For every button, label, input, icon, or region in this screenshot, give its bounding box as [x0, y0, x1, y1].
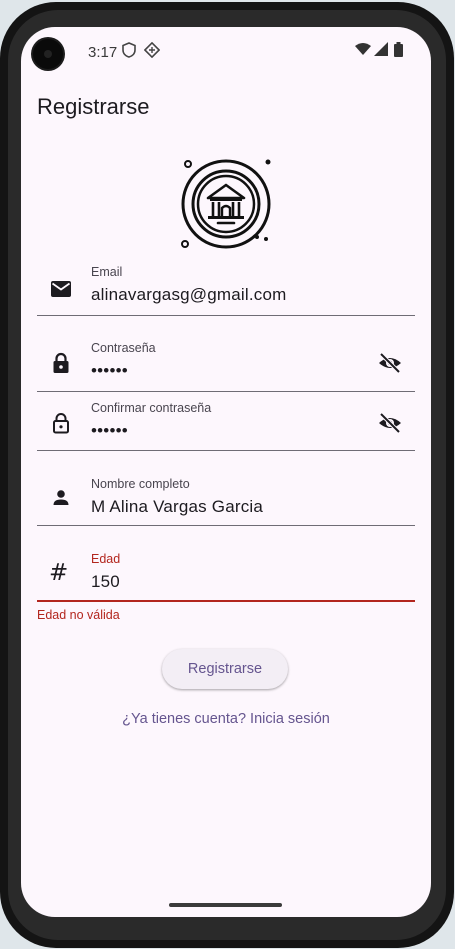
- password-label: Contraseña: [91, 341, 156, 355]
- email-underline: [37, 315, 415, 316]
- status-bar: 3:17: [21, 27, 431, 77]
- age-label: Edad: [91, 552, 121, 566]
- visibility-off-icon[interactable]: [377, 411, 403, 440]
- register-button[interactable]: Registrarse: [162, 649, 288, 689]
- password-value: ••••••: [91, 361, 128, 380]
- page-title: Registrarse: [37, 94, 150, 119]
- age-underline: [37, 600, 415, 602]
- password-underline: [37, 391, 415, 392]
- app-screen: 3:17 Registrarse Email alinavargasg@gmai…: [21, 27, 431, 917]
- email-label: Email: [91, 265, 123, 279]
- email-field[interactable]: Email alinavargasg@gmail.com: [37, 257, 415, 317]
- full-name-underline: [37, 525, 415, 526]
- hash-icon: #: [49, 560, 69, 586]
- login-link[interactable]: ¿Ya tienes cuenta? Inicia sesión: [21, 711, 431, 727]
- person-icon: [49, 486, 73, 515]
- wifi-icon: [355, 42, 371, 61]
- confirm-password-underline: [37, 450, 415, 451]
- full-name-value: M Alina Vargas Garcia: [91, 497, 264, 516]
- password-field[interactable]: Contraseña ••••••: [37, 333, 415, 393]
- bank-building-icon: [178, 156, 274, 257]
- confirm-password-value: ••••••: [91, 421, 128, 440]
- mail-icon: [49, 277, 73, 306]
- shield-icon: [122, 42, 136, 63]
- age-error-message: Edad no válida: [37, 608, 120, 622]
- status-time: 3:17: [88, 44, 118, 61]
- visibility-off-icon[interactable]: [377, 351, 403, 380]
- cellular-icon: [374, 42, 388, 61]
- email-value: alinavargasg@gmail.com: [91, 285, 287, 304]
- full-name-label: Nombre completo: [91, 477, 190, 491]
- lock-icon: [49, 351, 73, 380]
- confirm-password-label: Confirmar contraseña: [91, 401, 212, 415]
- age-field[interactable]: # Edad 150: [37, 544, 415, 604]
- age-value: 150: [91, 572, 120, 591]
- front-camera: [33, 39, 63, 69]
- confirm-password-field[interactable]: Confirmar contraseña ••••••: [37, 393, 415, 453]
- home-indicator[interactable]: [169, 903, 282, 907]
- lock-outline-icon: [49, 411, 73, 440]
- full-name-field[interactable]: Nombre completo M Alina Vargas Garcia: [37, 468, 415, 528]
- battery-icon: [394, 42, 403, 62]
- data-saver-icon: [143, 41, 161, 63]
